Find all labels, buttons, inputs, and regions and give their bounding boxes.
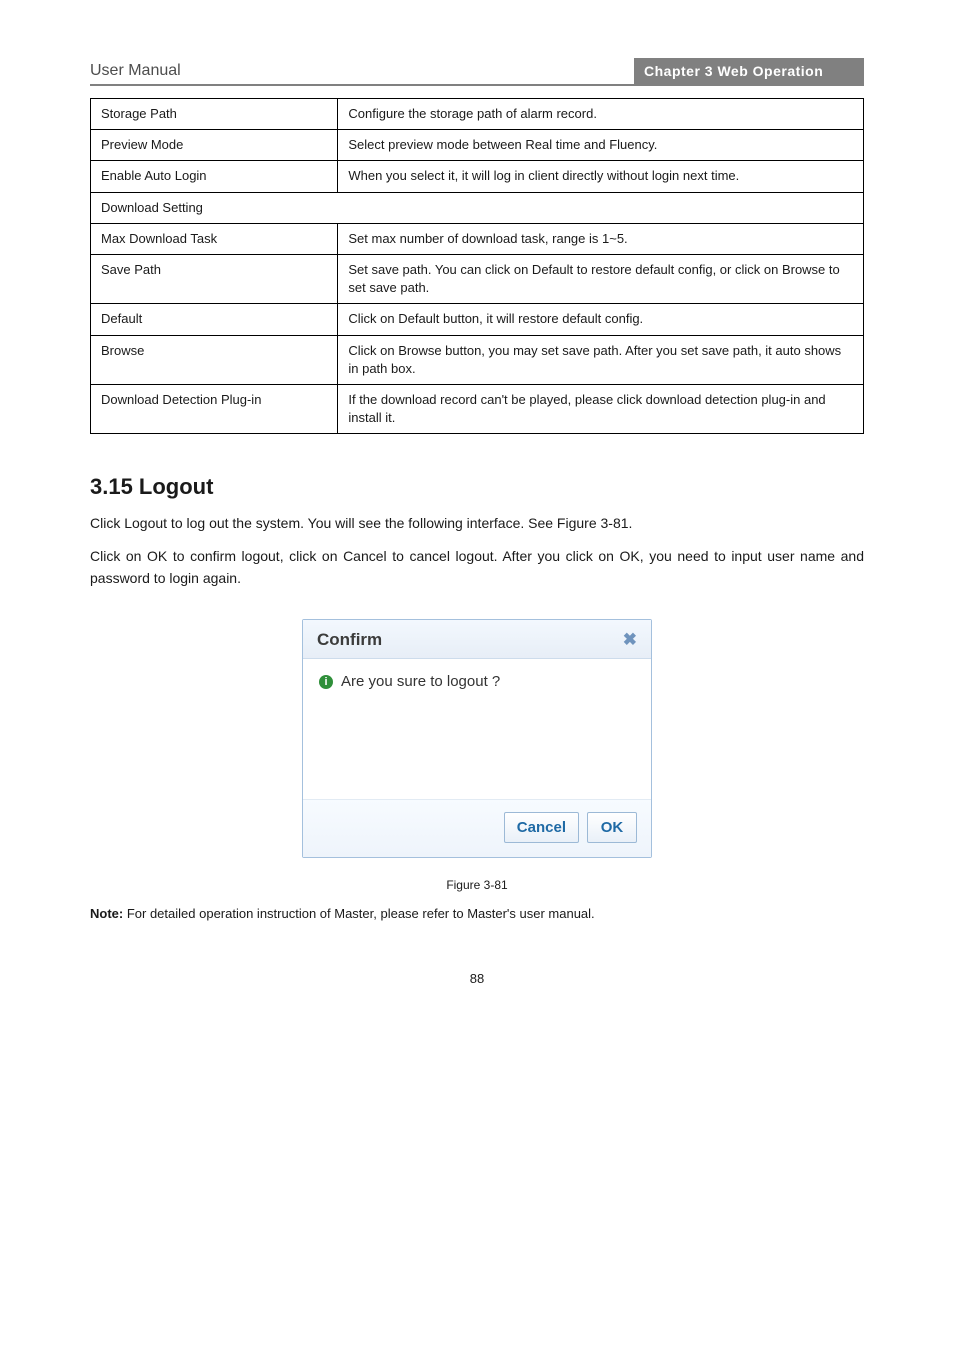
table-cell-label: Storage Path (91, 99, 338, 130)
settings-table: Storage PathConfigure the storage path o… (90, 98, 864, 434)
dialog-message: Are you sure to logout ? (341, 673, 500, 690)
table-cell-value: Set save path. You can click on Default … (338, 254, 864, 303)
table-row: Download Detection Plug-inIf the downloa… (91, 384, 864, 433)
page-number: 88 (90, 971, 864, 986)
table-cell-label: Max Download Task (91, 223, 338, 254)
table-cell-label: Default (91, 304, 338, 335)
table-cell-label: Enable Auto Login (91, 161, 338, 192)
table-cell-label: Preview Mode (91, 130, 338, 161)
close-icon[interactable]: ✖ (623, 630, 637, 650)
table-row: BrowseClick on Browse button, you may se… (91, 335, 864, 384)
table-cell-label: Browse (91, 335, 338, 384)
section-para-1: Click Logout to log out the system. You … (90, 512, 864, 534)
table-cell-value: Configure the storage path of alarm reco… (338, 99, 864, 130)
note-body: For detailed operation instruction of Ma… (127, 906, 595, 921)
table-cell-value: Click on Browse button, you may set save… (338, 335, 864, 384)
table-cell-value: Click on Default button, it will restore… (338, 304, 864, 335)
table-row: Save PathSet save path. You can click on… (91, 254, 864, 303)
table-row: Storage PathConfigure the storage path o… (91, 99, 864, 130)
table-cell-value: Set max number of download task, range i… (338, 223, 864, 254)
dialog-title-text: Confirm (317, 630, 382, 650)
table-cell-label: Download Detection Plug-in (91, 384, 338, 433)
header-chapter: Chapter 3 Web Operation (634, 58, 864, 84)
dialog-figure: Confirm ✖ i Are you sure to logout ? Can… (90, 619, 864, 858)
table-cell-value: When you select it, it will log in clien… (338, 161, 864, 192)
section-heading: 3.15 Logout (90, 474, 864, 500)
note-label: Note: (90, 906, 123, 921)
header-left: User Manual (90, 62, 181, 80)
cancel-button[interactable]: Cancel (504, 812, 579, 843)
table-cell-label: Save Path (91, 254, 338, 303)
confirm-dialog: Confirm ✖ i Are you sure to logout ? Can… (302, 619, 652, 858)
dialog-titlebar: Confirm ✖ (303, 620, 651, 659)
dialog-footer: Cancel OK (303, 799, 651, 857)
section-para-2: Click on OK to confirm logout, click on … (90, 545, 864, 590)
table-row: Download Setting (91, 192, 864, 223)
ok-button[interactable]: OK (587, 812, 637, 843)
table-cell-value: If the download record can't be played, … (338, 384, 864, 433)
page-header: User Manual Chapter 3 Web Operation (90, 60, 864, 86)
table-row: Max Download TaskSet max number of downl… (91, 223, 864, 254)
table-row: Preview ModeSelect preview mode between … (91, 130, 864, 161)
note: Note: For detailed operation instruction… (90, 906, 864, 921)
table-section-header: Download Setting (91, 192, 864, 223)
info-icon: i (319, 675, 333, 689)
dialog-body: i Are you sure to logout ? (303, 659, 651, 799)
table-cell-value: Select preview mode between Real time an… (338, 130, 864, 161)
table-row: DefaultClick on Default button, it will … (91, 304, 864, 335)
figure-caption: Figure 3-81 (90, 878, 864, 892)
table-row: Enable Auto LoginWhen you select it, it … (91, 161, 864, 192)
